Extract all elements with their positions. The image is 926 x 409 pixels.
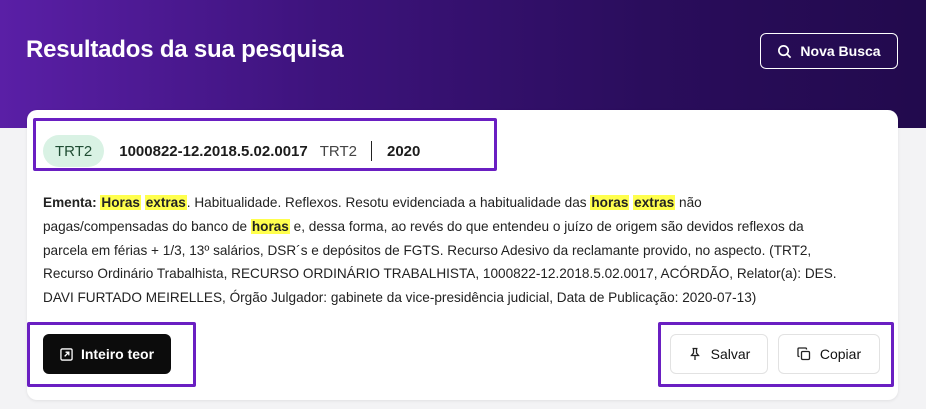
- ementa-label: Ementa:: [43, 195, 97, 210]
- ementa-segment: parcela em férias + 1/3, 13º salários, D…: [43, 242, 812, 258]
- results-header-banner: Resultados da sua pesquisa Nova Busca: [0, 0, 926, 128]
- new-search-label: Nova Busca: [800, 43, 881, 59]
- ementa-segment: não: [675, 195, 702, 210]
- ementa-segment: e, dessa forma, ao revés do que entendeu…: [289, 218, 804, 234]
- ementa-segment: . Habitualidade. Reflexos. Resotu eviden…: [186, 195, 591, 210]
- ementa-line: Recurso Ordinário Trabalhista, RECURSO O…: [43, 262, 883, 286]
- ementa-segment: DAVI FURTADO MEIRELLES, Órgão Julgador: …: [43, 290, 757, 306]
- ementa-line: parcela em férias + 1/3, 13º salários, D…: [43, 239, 883, 263]
- search-highlight: extras: [633, 195, 676, 210]
- ementa-line: DAVI FURTADO MEIRELLES, Órgão Julgador: …: [43, 286, 883, 310]
- search-highlight: extras: [144, 195, 187, 210]
- annotation-box-full-text: [27, 322, 196, 387]
- search-highlight: Horas: [100, 195, 141, 210]
- ementa-line: pagas/compensadas do banco de horas e, d…: [43, 215, 883, 239]
- annotation-box-header: [33, 118, 497, 171]
- ementa-segment: pagas/compensadas do banco de: [43, 218, 251, 234]
- search-highlight: horas: [250, 218, 290, 234]
- ementa-line: Ementa: Horas extras. Habitualidade. Ref…: [43, 191, 883, 215]
- page-title: Resultados da sua pesquisa: [26, 36, 344, 63]
- ementa-text: Ementa: Horas extras. Habitualidade. Ref…: [43, 191, 883, 310]
- search-highlight: horas: [590, 195, 630, 210]
- search-icon: [778, 44, 792, 58]
- annotation-box-actions: [658, 322, 894, 387]
- ementa-segment: Recurso Ordinário Trabalhista, RECURSO O…: [43, 266, 837, 282]
- new-search-button[interactable]: Nova Busca: [760, 33, 898, 69]
